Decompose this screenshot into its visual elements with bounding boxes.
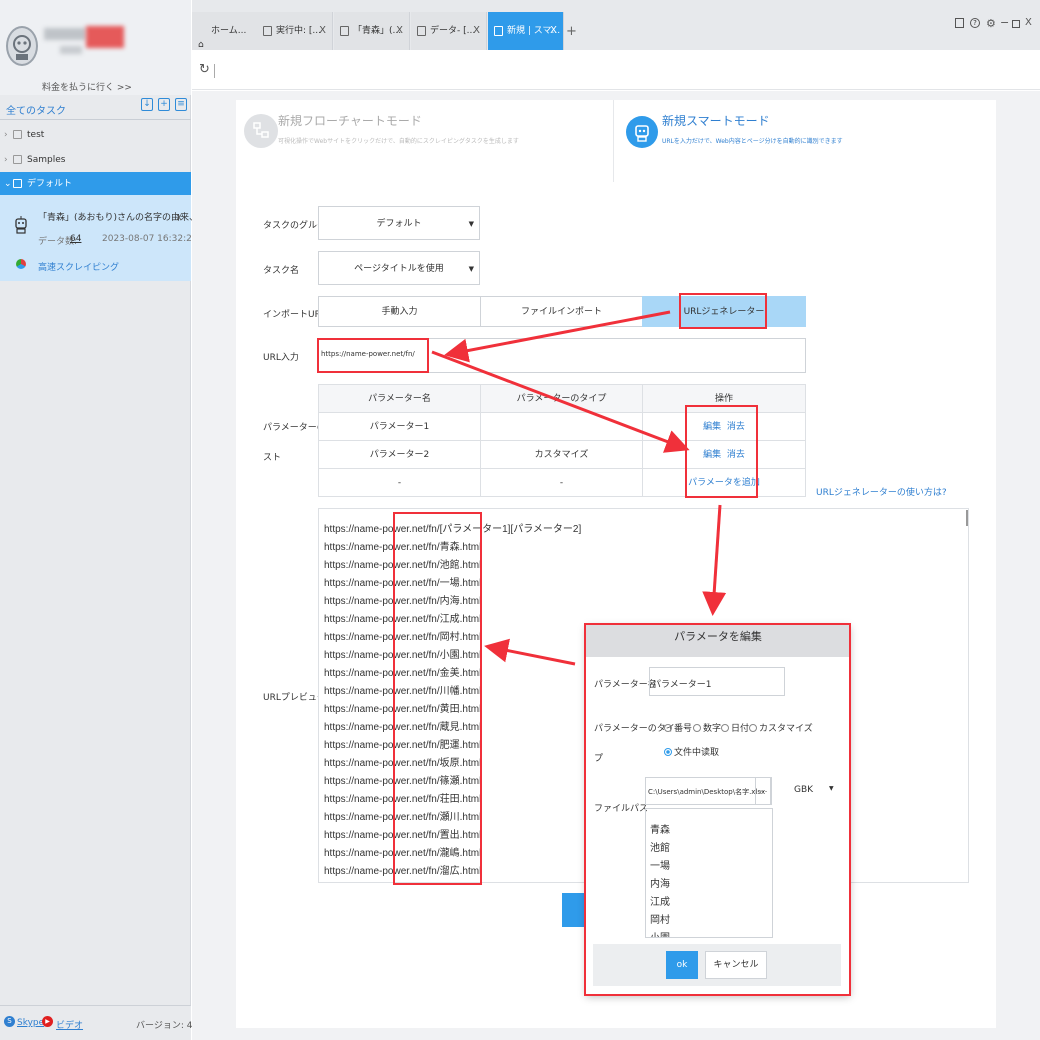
- arrow-to-preview: [484, 638, 576, 666]
- app-window: 料金を払うに行く >> 全てのタスク ↓ + ≡ › test › Sample…: [0, 0, 1040, 1040]
- annotation-arrows: [431, 310, 727, 666]
- arrow-to-dialog: [702, 504, 727, 616]
- arrow-to-actions: [431, 350, 690, 453]
- arrow-to-url-input: [444, 310, 671, 363]
